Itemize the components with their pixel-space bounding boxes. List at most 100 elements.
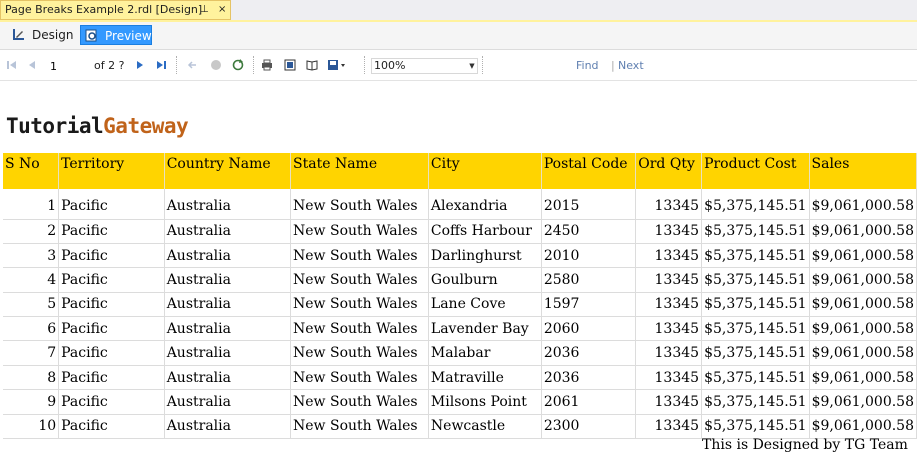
prev-page-icon[interactable] bbox=[26, 59, 38, 71]
table-cell: $5,375,145.51 bbox=[701, 340, 810, 366]
table-cell: 13345 bbox=[635, 219, 703, 244]
table-cell: Malabar bbox=[428, 340, 542, 366]
last-page-icon[interactable] bbox=[155, 59, 167, 71]
table-cell: 2450 bbox=[541, 219, 637, 244]
design-tab[interactable]: Design bbox=[8, 25, 76, 45]
toolbar-separator bbox=[176, 56, 178, 74]
table-cell: 8 bbox=[3, 365, 60, 391]
logo-text-part2: Gateway bbox=[103, 114, 189, 138]
table-cell: 5 bbox=[3, 292, 60, 318]
table-cell: $9,061,000.58 bbox=[809, 292, 917, 318]
column-header: City bbox=[428, 153, 542, 189]
table-cell: Pacific bbox=[58, 414, 165, 440]
table-cell: $5,375,145.51 bbox=[701, 316, 810, 342]
column-header: State Name bbox=[290, 153, 429, 189]
table-cell: $5,375,145.51 bbox=[701, 389, 810, 415]
table-row: 3 Pacific Australia New South Wales Darlingh… bbox=[3, 243, 917, 269]
table-cell: New South Wales bbox=[290, 340, 429, 366]
preview-tab-label: Preview bbox=[105, 29, 152, 43]
back-icon[interactable] bbox=[186, 59, 198, 71]
design-tab-label: Design bbox=[32, 28, 74, 42]
document-tab[interactable]: Page Breaks Example 2.rdl [Design] ⊥ × bbox=[0, 0, 231, 20]
table-cell: Milsons Point bbox=[428, 389, 542, 415]
table-cell: Australia bbox=[164, 365, 292, 391]
mode-bar: Design Preview bbox=[0, 22, 917, 50]
page-setup-icon[interactable] bbox=[306, 59, 318, 71]
toolbar-separator bbox=[364, 56, 366, 74]
table-cell: New South Wales bbox=[290, 243, 429, 269]
find-separator: | bbox=[611, 59, 615, 72]
table-cell: $9,061,000.58 bbox=[809, 316, 917, 342]
table-cell: Pacific bbox=[58, 389, 165, 415]
print-icon[interactable] bbox=[261, 59, 273, 71]
table-cell: Australia bbox=[164, 340, 292, 366]
table-cell: 2036 bbox=[541, 365, 637, 391]
table-row: 2 Pacific Australia New South Wales Coffs Ha… bbox=[3, 219, 917, 244]
design-icon bbox=[13, 29, 24, 40]
logo-text-part1: Tutorial bbox=[6, 114, 104, 138]
export-icon[interactable] bbox=[327, 59, 347, 71]
page-count-text: of 2 ? bbox=[94, 59, 125, 72]
table-row: 8 Pacific Australia New South Wales Matravil… bbox=[3, 365, 917, 391]
find-link[interactable]: Find bbox=[576, 59, 599, 72]
table-cell: Darlinghurst bbox=[428, 243, 542, 269]
zoom-value: 100% bbox=[374, 59, 406, 72]
table-cell: 1597 bbox=[541, 292, 637, 318]
table-cell: $5,375,145.51 bbox=[701, 365, 810, 391]
table-cell: Australia bbox=[164, 292, 292, 318]
preview-icon bbox=[85, 29, 97, 42]
table-cell: 2015 bbox=[541, 189, 637, 220]
toolbar-separator bbox=[482, 56, 484, 74]
table-cell: Alexandria bbox=[428, 189, 542, 220]
zoom-select[interactable]: 100% ▼ bbox=[371, 58, 478, 74]
preview-tab[interactable]: Preview bbox=[80, 25, 152, 45]
table-cell: Pacific bbox=[58, 340, 165, 366]
table-cell: Pacific bbox=[58, 267, 165, 293]
report-table: S No Territory Country Name State Name City P… bbox=[3, 153, 917, 440]
table-cell: $9,061,000.58 bbox=[809, 365, 917, 391]
next-page-icon[interactable] bbox=[134, 59, 146, 71]
toolbar-separator bbox=[253, 56, 255, 74]
next-link[interactable]: Next bbox=[618, 59, 644, 72]
document-tab-strip: Page Breaks Example 2.rdl [Design] ⊥ × bbox=[0, 0, 917, 20]
print-layout-icon[interactable] bbox=[284, 59, 296, 71]
stop-icon[interactable] bbox=[210, 59, 222, 71]
table-cell: 13345 bbox=[635, 340, 703, 366]
table-cell: Australia bbox=[164, 414, 292, 440]
table-cell: $5,375,145.51 bbox=[701, 189, 810, 220]
table-cell: Goulburn bbox=[428, 267, 542, 293]
table-cell: Pacific bbox=[58, 365, 165, 391]
table-cell: $9,061,000.58 bbox=[809, 219, 917, 244]
document-tab-title: Page Breaks Example 2.rdl [Design] bbox=[5, 3, 203, 16]
table-cell: Newcastle bbox=[428, 414, 542, 440]
table-cell: Australia bbox=[164, 243, 292, 269]
table-row: 7 Pacific Australia New South Wales Malabar 2… bbox=[3, 340, 917, 366]
table-cell: 9 bbox=[3, 389, 60, 415]
find-text-input[interactable] bbox=[486, 58, 566, 74]
table-cell: 13345 bbox=[635, 267, 703, 293]
first-page-icon[interactable] bbox=[6, 59, 18, 71]
table-body: 1 Pacific Australia New South Wales Alexandr… bbox=[3, 189, 917, 440]
table-cell: New South Wales bbox=[290, 414, 429, 440]
table-cell: $9,061,000.58 bbox=[809, 389, 917, 415]
table-cell: New South Wales bbox=[290, 219, 429, 244]
table-cell: 6 bbox=[3, 316, 60, 342]
column-header: Sales bbox=[809, 153, 917, 189]
table-cell: 2061 bbox=[541, 389, 637, 415]
table-cell: $9,061,000.58 bbox=[809, 189, 917, 220]
table-cell: Matraville bbox=[428, 365, 542, 391]
table-cell: New South Wales bbox=[290, 292, 429, 318]
table-cell: Coffs Harbour bbox=[428, 219, 542, 244]
table-cell: Australia bbox=[164, 267, 292, 293]
table-cell: 1 bbox=[3, 189, 60, 220]
table-cell: 10 bbox=[3, 414, 60, 440]
report-toolbar: of 2 ? 100% ▼ Find | Next bbox=[0, 50, 917, 81]
table-cell: 2010 bbox=[541, 243, 637, 269]
refresh-icon[interactable] bbox=[232, 59, 244, 71]
column-header: Country Name bbox=[164, 153, 292, 189]
pin-icon[interactable]: ⊥ bbox=[200, 1, 209, 19]
table-cell: 2060 bbox=[541, 316, 637, 342]
column-header: Territory bbox=[58, 153, 165, 189]
close-icon[interactable]: × bbox=[218, 1, 226, 19]
page-number-input[interactable] bbox=[48, 58, 92, 74]
